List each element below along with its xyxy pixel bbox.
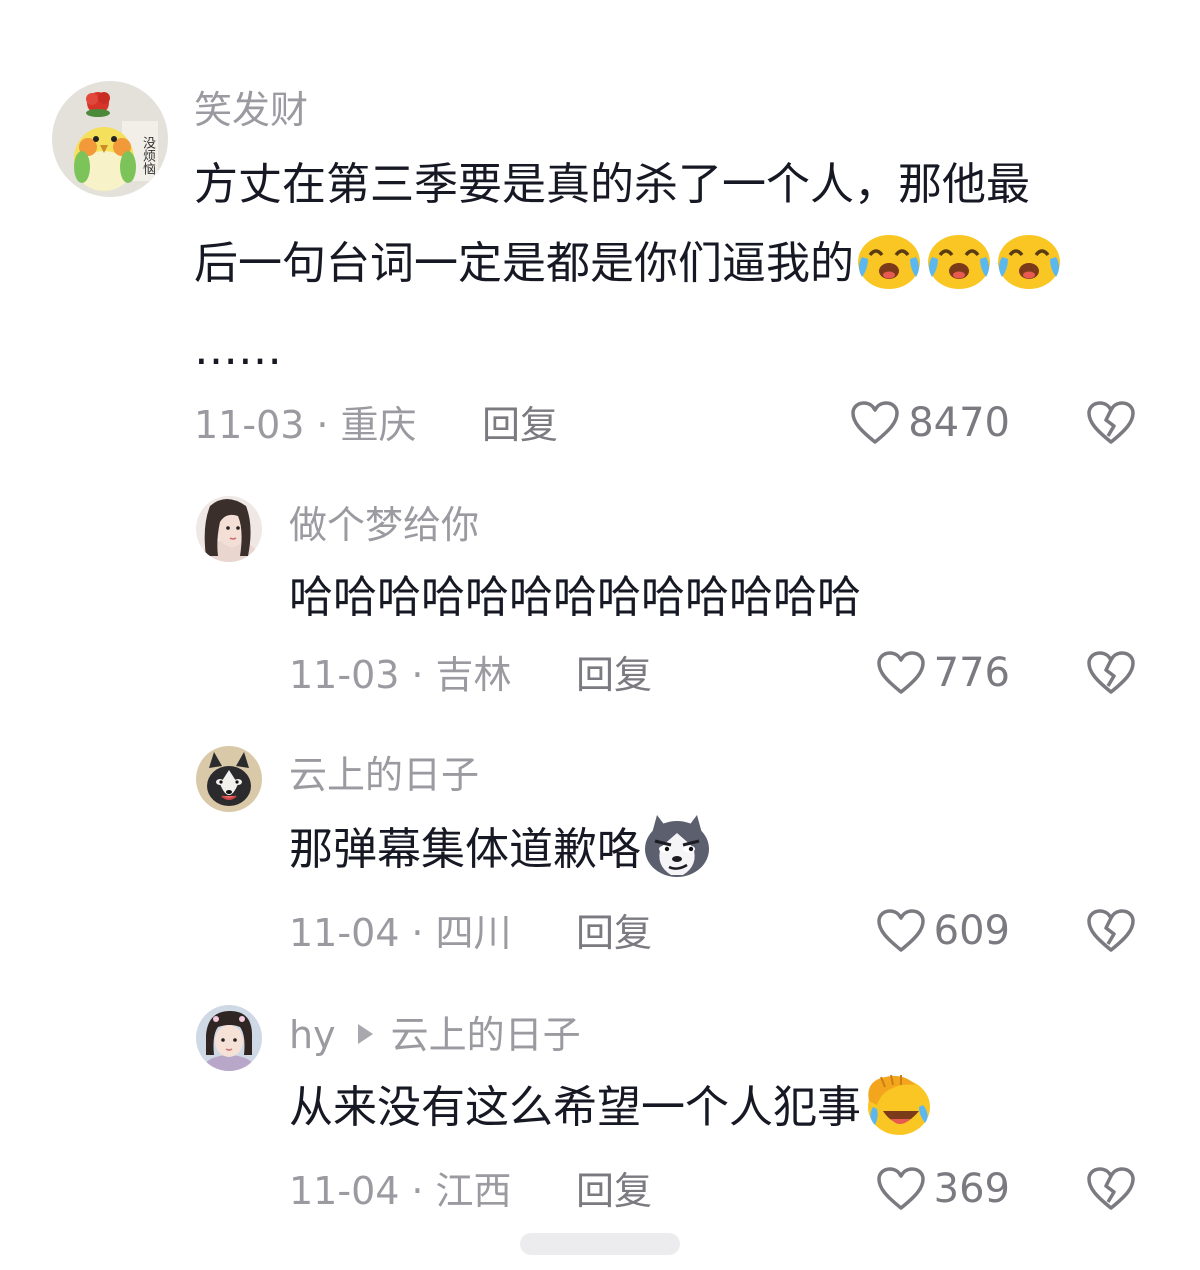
like-count: 776 xyxy=(933,650,1010,696)
avatar[interactable] xyxy=(196,496,262,562)
like-count: 8470 xyxy=(908,400,1010,446)
comment-meta: 11-04 · 江西 xyxy=(289,1172,512,1210)
meta-separator: · xyxy=(316,403,329,447)
comment-text-line-1: 哈哈哈哈哈哈哈哈哈哈哈哈哈 xyxy=(289,558,861,638)
like-count: 609 xyxy=(933,908,1010,954)
comment-meta: 11-03 · 吉林 xyxy=(289,656,512,694)
meta-separator: · xyxy=(411,911,424,955)
comment-text-line-1: 方丈在第三季要是真的杀了一个人，那他最 xyxy=(194,145,1030,225)
dislike-button[interactable] xyxy=(1086,400,1136,450)
like-button[interactable]: 8470 xyxy=(840,400,1010,446)
comment-location: 吉林 xyxy=(435,653,512,697)
like-button[interactable]: 776 xyxy=(860,650,1010,696)
heart-icon xyxy=(876,651,925,694)
avatar[interactable] xyxy=(196,1005,262,1071)
username[interactable]: 笑发财 xyxy=(194,91,308,129)
reply-button[interactable]: 回复 xyxy=(576,656,652,694)
broken-heart-icon xyxy=(1087,401,1135,444)
username[interactable]: 云上的日子 xyxy=(289,756,479,794)
username-line: hy 云上的日子 xyxy=(289,1016,581,1054)
crying-laughing-emoji xyxy=(854,229,924,291)
reply-arrow-icon xyxy=(357,1023,373,1044)
comment-text-line-1: 从来没有这么希望一个人犯事 xyxy=(289,1068,933,1148)
reply-button[interactable]: 回复 xyxy=(576,1172,652,1210)
avatar-badge: 没烦恼 xyxy=(134,128,156,182)
comment-date: 11-03 xyxy=(194,403,305,447)
heart-icon xyxy=(876,1167,925,1210)
dislike-button[interactable] xyxy=(1086,650,1136,700)
reply-to-username[interactable]: 云上的日子 xyxy=(391,1013,581,1057)
crying-laughing-emoji xyxy=(994,229,1064,291)
avatar[interactable] xyxy=(196,746,262,812)
username[interactable]: hy xyxy=(289,1013,336,1057)
broken-heart-icon xyxy=(1087,1167,1135,1210)
avatar-badge-text: 没烦恼 xyxy=(140,135,155,175)
comment-text-line-3: …… xyxy=(194,310,282,390)
husky-smirk-emoji xyxy=(641,813,713,879)
comment-date: 11-03 xyxy=(289,653,400,697)
username[interactable]: 做个梦给你 xyxy=(289,506,479,544)
comment-text: 从来没有这么希望一个人犯事 xyxy=(289,1082,861,1133)
broken-heart-icon xyxy=(1087,909,1135,952)
comment-location: 江西 xyxy=(435,1169,512,1213)
comment-text: 那弹幕集体道歉咯 xyxy=(289,824,641,875)
comment-date: 11-04 xyxy=(289,911,400,955)
comment-text-line-1: 那弹幕集体道歉咯 xyxy=(289,810,713,890)
comment-location: 重庆 xyxy=(340,403,417,447)
dislike-button[interactable] xyxy=(1086,908,1136,958)
comment-meta: 11-03 · 重庆 xyxy=(194,406,417,444)
reply-button[interactable]: 回复 xyxy=(576,914,652,952)
like-button[interactable]: 609 xyxy=(860,908,1010,954)
comment-text: 方丈在第三季要是真的杀了一个人，那他最 xyxy=(194,159,1030,210)
heart-icon xyxy=(876,909,925,952)
meta-separator: · xyxy=(411,1169,424,1213)
broken-heart-icon xyxy=(1087,651,1135,694)
dislike-button[interactable] xyxy=(1086,1166,1136,1216)
comment-text: 哈哈哈哈哈哈哈哈哈哈哈哈哈 xyxy=(289,572,861,623)
crying-laughing-emoji xyxy=(924,229,994,291)
reply-button[interactable]: 回复 xyxy=(482,406,558,444)
like-button[interactable]: 369 xyxy=(860,1166,1010,1212)
like-count: 369 xyxy=(933,1166,1010,1212)
watermark-bar xyxy=(520,1233,680,1255)
comment-date: 11-04 xyxy=(289,1169,400,1213)
comment-location: 四川 xyxy=(435,911,512,955)
comment-text: 后一句台词一定是都是你们逼我的 xyxy=(194,238,854,289)
comment-text: …… xyxy=(194,324,282,375)
meta-separator: · xyxy=(411,653,424,697)
comment-text-line-2: 后一句台词一定是都是你们逼我的 xyxy=(194,224,1064,304)
facepalm-laughing-emoji xyxy=(861,1071,933,1137)
heart-icon xyxy=(851,401,899,444)
comment-meta: 11-04 · 四川 xyxy=(289,914,512,952)
